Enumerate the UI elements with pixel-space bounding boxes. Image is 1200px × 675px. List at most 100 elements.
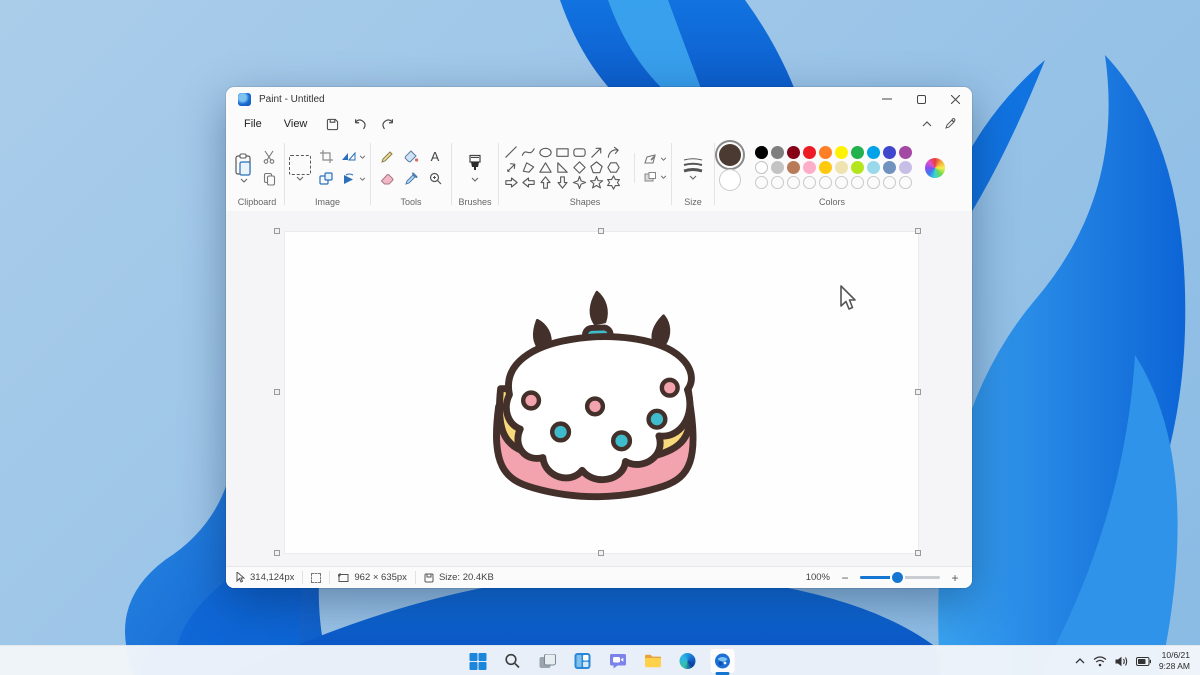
start-button[interactable] [465,648,491,674]
shape-arrow-diagonal-icon[interactable] [504,160,519,175]
shape-arrow-up-icon[interactable] [538,175,553,190]
shape-star-six-icon[interactable] [606,175,621,190]
chat-button[interactable] [605,648,631,674]
shape-hexagon-icon[interactable] [606,160,621,175]
shape-oval-icon[interactable] [538,145,553,160]
canvas-resize-handle-ne[interactable] [915,228,921,234]
palette-empty-slot[interactable] [851,176,864,189]
shape-rounded-rectangle-icon[interactable] [572,145,587,160]
canvas-resize-handle-w[interactable] [274,389,280,395]
canvas-resize-handle-nw[interactable] [274,228,280,234]
shape-rectangle-icon[interactable] [555,145,570,160]
palette-empty-slot[interactable] [899,176,912,189]
feedback-pen-icon[interactable] [944,118,956,130]
fill-tool-button[interactable] [400,147,422,167]
shape-right-triangle-icon[interactable] [555,160,570,175]
shape-polygon-icon[interactable] [521,160,536,175]
shape-outline-dropdown[interactable] [643,153,667,165]
palette-color-swatch[interactable] [755,161,768,174]
crop-button[interactable] [315,147,337,167]
shape-pentagon-icon[interactable] [589,160,604,175]
wifi-icon[interactable] [1093,656,1107,667]
brushes-button[interactable] [467,154,483,182]
paste-dropdown-chevron-icon[interactable] [240,178,248,183]
zoom-slider[interactable] [860,576,940,579]
volume-icon[interactable] [1115,656,1128,667]
eraser-tool-button[interactable] [376,169,398,189]
palette-color-swatch[interactable] [883,146,896,159]
redo-button[interactable] [375,114,401,134]
file-explorer-button[interactable] [640,648,666,674]
palette-color-swatch[interactable] [803,146,816,159]
canvas-resize-handle-n[interactable] [598,228,604,234]
drawing-canvas[interactable] [285,232,918,553]
palette-color-swatch[interactable] [787,146,800,159]
copy-button[interactable] [258,169,280,189]
palette-empty-slot[interactable] [787,176,800,189]
collapse-ribbon-chevron-icon[interactable] [922,121,932,127]
color2-well[interactable] [719,169,741,191]
shape-line-icon[interactable] [504,145,519,160]
title-bar[interactable]: Paint - Untitled [226,87,972,111]
color1-well[interactable] [719,144,741,166]
shape-star-four-icon[interactable] [572,175,587,190]
shape-arrow-down-icon[interactable] [555,175,570,190]
palette-color-swatch[interactable] [819,161,832,174]
shape-curved-arrow-icon[interactable] [606,145,621,160]
cut-button[interactable] [258,147,280,167]
palette-color-swatch[interactable] [835,161,848,174]
select-button[interactable] [289,155,311,181]
maximize-button[interactable] [904,87,938,111]
text-tool-button[interactable]: A [424,147,446,167]
taskbar-clock[interactable]: 10/6/21 9:28 AM [1159,650,1194,671]
palette-empty-slot[interactable] [755,176,768,189]
palette-empty-slot[interactable] [771,176,784,189]
canvas-resize-handle-se[interactable] [915,550,921,556]
battery-icon[interactable] [1136,657,1151,666]
palette-color-swatch[interactable] [867,161,880,174]
pencil-tool-button[interactable] [376,147,398,167]
palette-color-swatch[interactable] [771,146,784,159]
select-dropdown-chevron-icon[interactable] [296,176,304,181]
palette-color-swatch[interactable] [835,146,848,159]
canvas-resize-handle-s[interactable] [598,550,604,556]
palette-color-swatch[interactable] [867,146,880,159]
shape-triangle-icon[interactable] [538,160,553,175]
palette-color-swatch[interactable] [883,161,896,174]
palette-color-swatch[interactable] [851,161,864,174]
save-button[interactable] [319,114,345,134]
palette-color-swatch[interactable] [851,146,864,159]
rotate-button[interactable] [341,173,366,185]
close-button[interactable] [938,87,972,111]
paint-taskbar-button[interactable] [710,648,736,674]
zoom-in-button[interactable]: + [948,571,962,585]
shape-star-five-icon[interactable] [589,175,604,190]
shape-curve-icon[interactable] [521,145,536,160]
paste-button[interactable] [234,153,254,183]
flip-button[interactable] [341,151,366,163]
palette-empty-slot[interactable] [835,176,848,189]
color-picker-tool-button[interactable] [400,169,422,189]
hidden-icons-chevron-icon[interactable] [1075,658,1085,664]
search-button[interactable] [500,648,526,674]
minimize-button[interactable] [870,87,904,111]
palette-empty-slot[interactable] [883,176,896,189]
zoom-out-button[interactable]: − [838,571,852,585]
shape-fill-dropdown[interactable] [643,171,667,183]
shape-arrow-left-icon[interactable] [521,175,536,190]
palette-color-swatch[interactable] [787,161,800,174]
edge-button[interactable] [675,648,701,674]
palette-empty-slot[interactable] [867,176,880,189]
shape-arrow-right-icon[interactable] [504,175,519,190]
magnifier-tool-button[interactable] [424,169,446,189]
palette-color-swatch[interactable] [819,146,832,159]
palette-color-swatch[interactable] [899,146,912,159]
canvas-resize-handle-sw[interactable] [274,550,280,556]
edit-colors-button[interactable] [925,158,945,178]
palette-empty-slot[interactable] [803,176,816,189]
zoom-slider-thumb[interactable] [892,572,903,583]
shape-arrow-up-right-icon[interactable] [589,145,604,160]
view-menu[interactable]: View [274,115,318,133]
size-dropdown-chevron-icon[interactable] [689,175,697,180]
palette-color-swatch[interactable] [803,161,816,174]
